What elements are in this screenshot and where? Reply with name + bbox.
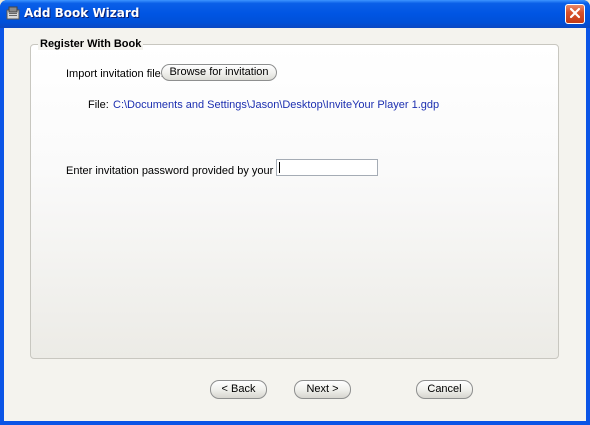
password-input[interactable] [276,159,378,176]
back-button[interactable]: < Back [210,380,267,399]
wizard-app-icon [5,5,21,21]
wizard-client-area: Register With Book Import invitation fil… [4,28,586,421]
register-groupbox [30,44,559,359]
browse-invitation-button[interactable]: Browse for invitation [161,64,277,81]
close-icon [569,7,581,22]
file-path-value: C:\Documents and Settings\Jason\Desktop\… [113,99,440,111]
close-button[interactable] [565,4,585,24]
group-title: Register With Book [38,38,144,50]
wizard-window: Add Book Wizard Register With Book Impor… [0,0,590,425]
import-file-label: Import invitation file: [66,68,164,80]
cancel-button[interactable]: Cancel [416,380,473,399]
password-label: Enter invitation password provided by yo… [66,165,304,177]
window-title: Add Book Wizard [24,6,140,20]
title-bar[interactable]: Add Book Wizard [0,0,590,28]
file-label: File: [88,99,109,111]
next-button[interactable]: Next > [294,380,351,399]
text-caret [279,162,280,173]
